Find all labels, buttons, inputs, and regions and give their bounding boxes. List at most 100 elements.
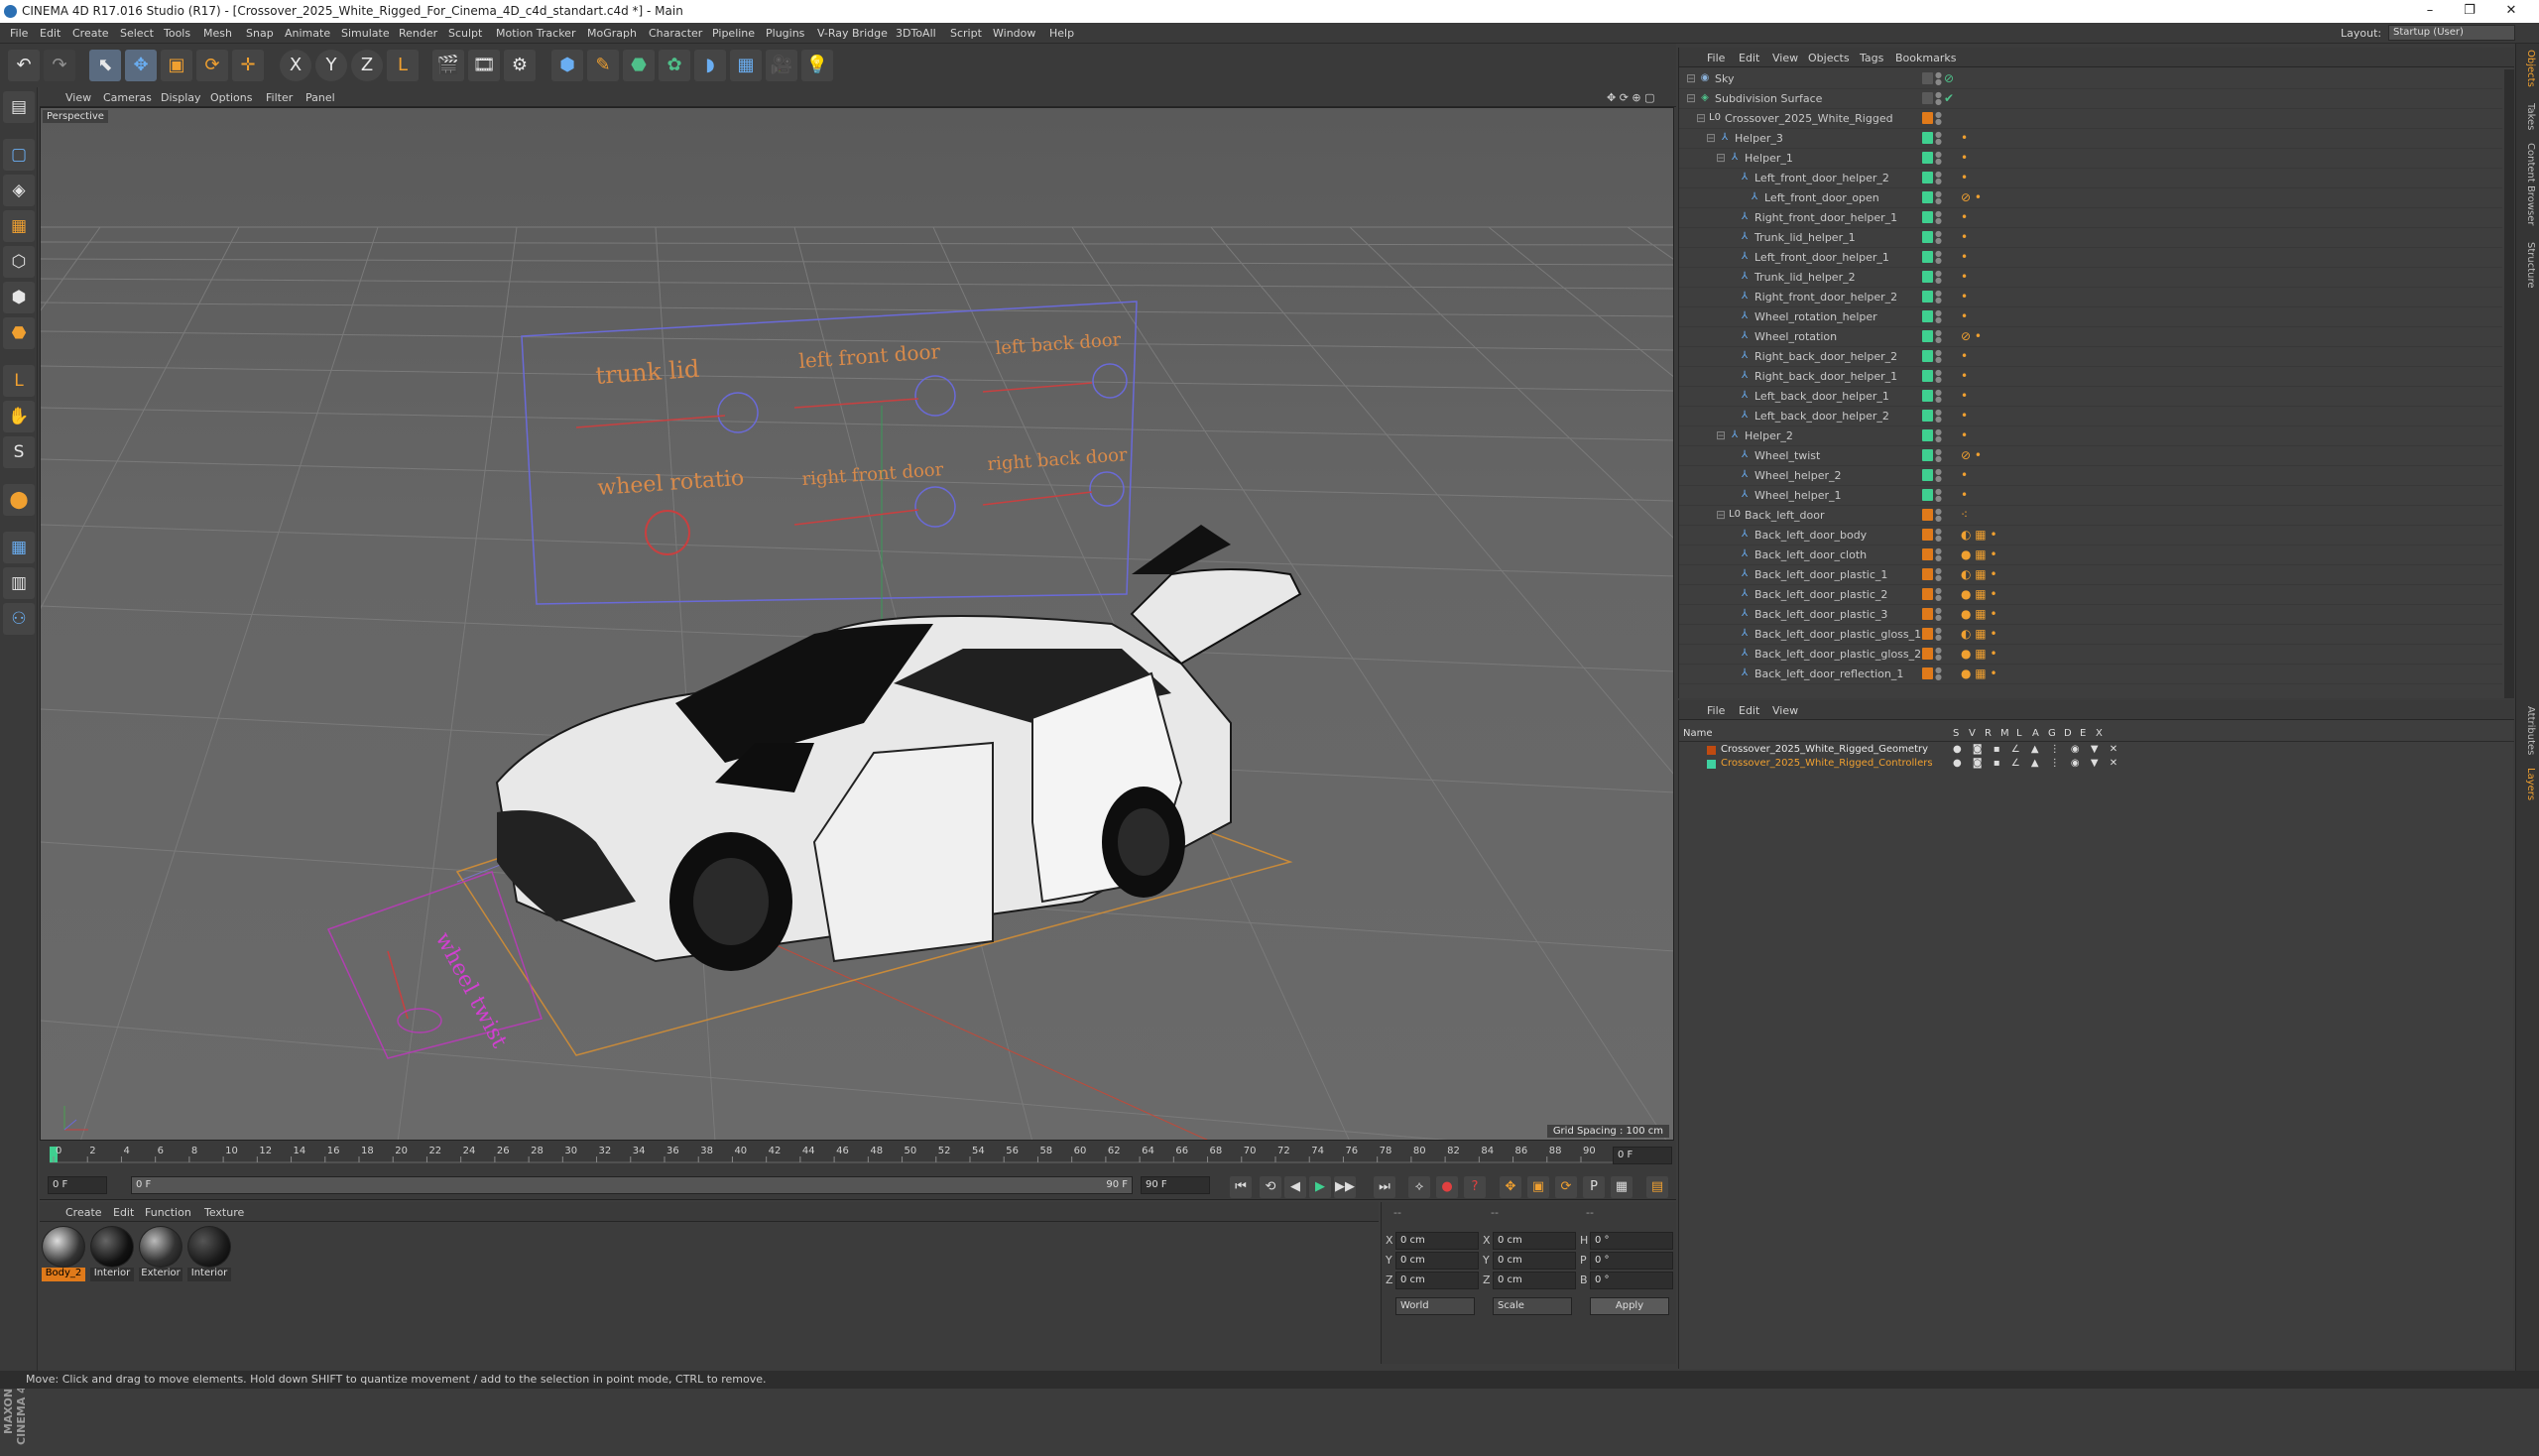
expand-toggle-icon[interactable] <box>1735 191 1747 203</box>
size-y-field[interactable]: 0 cm <box>1493 1252 1576 1270</box>
y-axis-icon[interactable]: Y <box>315 50 347 81</box>
enabled-check-icon[interactable] <box>1943 112 1955 124</box>
cube-object-icon[interactable]: ⬢ <box>551 50 583 81</box>
layer-menu-file[interactable]: File <box>1707 704 1725 717</box>
object-tags[interactable]: • <box>1961 131 1968 145</box>
snap-icon[interactable]: S <box>3 436 35 468</box>
render-picture-viewer-icon[interactable]: 🎞 <box>468 50 500 81</box>
tab-structure[interactable]: Structure <box>2520 242 2536 289</box>
expand-toggle-icon[interactable] <box>1725 291 1737 303</box>
wheel-twist-control[interactable] <box>397 1008 442 1033</box>
object-name[interactable]: Wheel_twist <box>1754 449 1820 462</box>
material-menu-texture[interactable]: Texture <box>204 1206 244 1219</box>
menu-mograph[interactable]: MoGraph <box>587 27 637 40</box>
object-tags[interactable]: • <box>1961 230 1968 244</box>
visibility-toggle[interactable]: ● ● <box>1935 151 1942 166</box>
layer-color-swatch[interactable] <box>1922 172 1933 183</box>
object-row[interactable]: ⅄ Right_back_door_helper_1 ● ● • <box>1679 367 2502 387</box>
object-row[interactable]: ⊟ ◉ Sky ● ● ⊘ <box>1679 69 2502 89</box>
grid-icon[interactable]: ▥ <box>3 567 35 599</box>
go-to-start-icon[interactable]: ⏮ <box>1230 1176 1252 1198</box>
layer-color-swatch[interactable] <box>1922 608 1933 620</box>
visibility-toggle[interactable]: ● ● <box>1935 428 1942 443</box>
workplane-mode-icon[interactable]: ▦ <box>3 210 35 242</box>
tab-content-browser[interactable]: Content Browser <box>2520 143 2536 225</box>
object-name[interactable]: Left_back_door_helper_2 <box>1754 410 1889 423</box>
timeline-scale[interactable]: 0 2 4 6 8 10 12 14 16 18 20 22 24 26 28 30 32 34 36 38 40 42 4… <box>50 1141 1636 1170</box>
layer-color-swatch[interactable] <box>1922 350 1933 362</box>
object-name[interactable]: Left_front_door_open <box>1764 191 1879 204</box>
object-name[interactable]: Back_left_door_plastic_2 <box>1754 588 1887 601</box>
layer-color-swatch[interactable] <box>1922 112 1933 124</box>
object-tags[interactable]: • <box>1961 389 1968 403</box>
rotation-h-field[interactable]: 0 ° <box>1590 1232 1673 1250</box>
points-mode-icon[interactable]: ⬡ <box>3 246 35 278</box>
key-parameter-icon[interactable]: P <box>1583 1176 1605 1198</box>
size-z-field[interactable]: 0 cm <box>1493 1272 1576 1289</box>
object-name[interactable]: Trunk_lid_helper_1 <box>1754 231 1856 244</box>
object-name[interactable]: Subdivision Surface <box>1715 92 1822 105</box>
object-row[interactable]: ⅄ Right_back_door_helper_2 ● ● • <box>1679 347 2502 367</box>
rotate-tool-icon[interactable]: ⟳ <box>196 50 228 81</box>
object-row[interactable]: ⅄ Left_front_door_open ● ● ⊘ • <box>1679 188 2502 208</box>
record-active-icon[interactable]: ● <box>1436 1176 1458 1198</box>
viewport-menu-filter[interactable]: Filter <box>266 91 293 104</box>
object-name[interactable]: Helper_2 <box>1745 429 1793 442</box>
rotation-p-field[interactable]: 0 ° <box>1590 1252 1673 1270</box>
visibility-toggle[interactable]: ● ● <box>1935 389 1942 404</box>
layer-color-swatch[interactable] <box>1922 310 1933 322</box>
object-tags[interactable]: ⊘ • <box>1961 448 1982 462</box>
object-tags[interactable]: ◐ ▦ • <box>1961 627 1997 641</box>
layer-color-swatch[interactable] <box>1922 449 1933 461</box>
sculpt-icon[interactable]: ⬤ <box>3 484 35 516</box>
material-menu-function[interactable]: Function <box>145 1206 191 1219</box>
expand-toggle-icon[interactable] <box>1725 568 1737 580</box>
subdivision-surface-icon[interactable]: ⬣ <box>623 50 655 81</box>
object-row[interactable]: ⅄ Back_left_door_plastic_1 ● ● ◐ ▦ • <box>1679 565 2502 585</box>
enabled-check-icon[interactable] <box>1943 271 1955 283</box>
visibility-toggle[interactable]: ● ● <box>1935 349 1942 364</box>
expand-toggle-icon[interactable] <box>1725 211 1737 223</box>
menu-create[interactable]: Create <box>72 27 109 40</box>
visibility-toggle[interactable]: ● ● <box>1935 71 1942 86</box>
object-name[interactable]: Helper_1 <box>1745 152 1793 165</box>
enabled-check-icon[interactable] <box>1943 211 1955 223</box>
enabled-check-icon[interactable] <box>1943 172 1955 183</box>
expand-toggle-icon[interactable] <box>1725 330 1737 342</box>
object-row[interactable]: ⅄ Back_left_door_plastic_2 ● ● ● ▦ • <box>1679 585 2502 605</box>
tweak-mode-icon[interactable]: ✋ <box>3 401 35 432</box>
expand-toggle-icon[interactable]: ⊟ <box>1715 509 1727 521</box>
layer-color-swatch[interactable] <box>1922 429 1933 441</box>
object-name[interactable]: Back_left_door_plastic_gloss_1 <box>1754 628 1921 641</box>
enabled-check-icon[interactable] <box>1943 469 1955 481</box>
object-menu-file[interactable]: File <box>1707 52 1725 64</box>
expand-toggle-icon[interactable] <box>1725 310 1737 322</box>
visibility-toggle[interactable]: ● ● <box>1935 230 1942 245</box>
enabled-check-icon[interactable] <box>1943 449 1955 461</box>
key-pla-icon[interactable]: ▦ <box>1611 1176 1632 1198</box>
enabled-check-icon[interactable] <box>1943 251 1955 263</box>
layer-color-swatch[interactable] <box>1922 72 1933 84</box>
object-row[interactable]: ⅄ Back_left_door_plastic_gloss_2 ● ● ● ▦ • <box>1679 645 2502 665</box>
object-tags[interactable]: • <box>1961 349 1968 363</box>
menu-file[interactable]: File <box>10 27 28 40</box>
object-tags[interactable]: • <box>1961 250 1968 264</box>
enabled-check-icon[interactable] <box>1943 588 1955 600</box>
light-object-icon[interactable]: 💡 <box>801 50 833 81</box>
menu-animate[interactable]: Animate <box>285 27 330 40</box>
previous-key-icon[interactable]: ⟲ <box>1260 1176 1281 1198</box>
layer-color-swatch[interactable] <box>1922 588 1933 600</box>
object-row[interactable]: ⊟ ⅄ Helper_1 ● ● • <box>1679 149 2502 169</box>
visibility-toggle[interactable]: ● ● <box>1935 309 1942 324</box>
object-row[interactable]: ⅄ Back_left_door_plastic_3 ● ● ● ▦ • <box>1679 605 2502 625</box>
object-name[interactable]: Back_left_door_plastic_gloss_2 <box>1754 648 1921 661</box>
object-tags[interactable]: • <box>1961 309 1968 323</box>
expand-toggle-icon[interactable]: ⊟ <box>1715 152 1727 164</box>
cloner-icon[interactable]: ✿ <box>659 50 690 81</box>
key-scale-icon[interactable]: ▣ <box>1527 1176 1549 1198</box>
expand-toggle-icon[interactable]: ⊟ <box>1685 72 1697 84</box>
visibility-toggle[interactable]: ● ● <box>1935 190 1942 205</box>
object-menu-objects[interactable]: Objects <box>1808 52 1850 64</box>
current-frame-field[interactable]: 0 F <box>1613 1147 1672 1164</box>
object-menu-view[interactable]: View <box>1772 52 1798 64</box>
